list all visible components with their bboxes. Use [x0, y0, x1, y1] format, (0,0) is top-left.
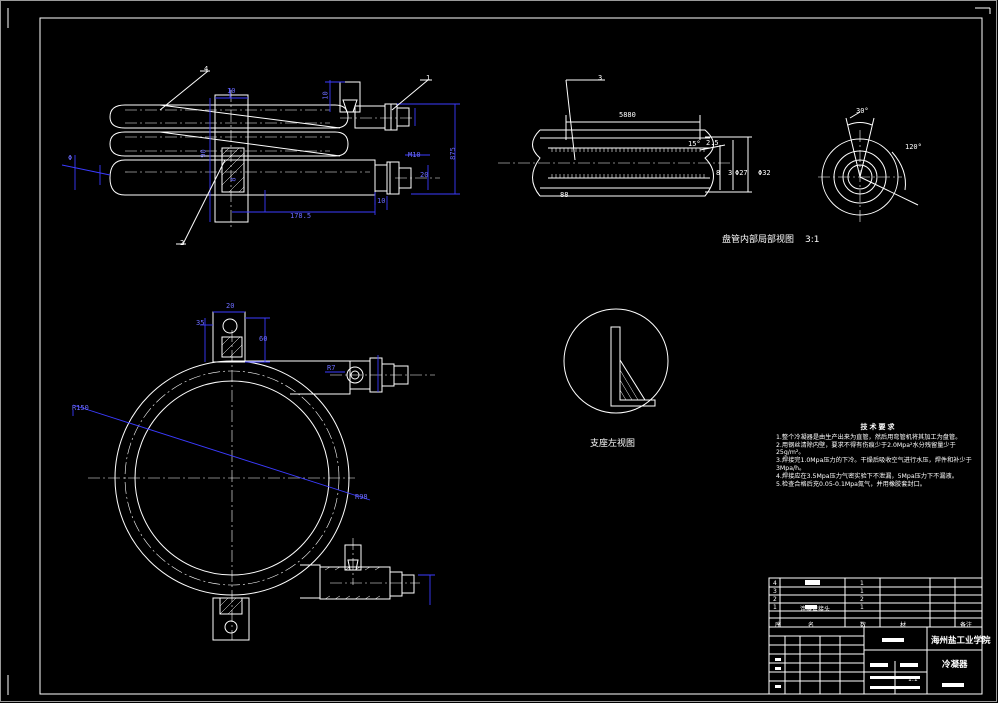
end-angle-30: 30° [856, 107, 869, 115]
dim-left-height: 90 [199, 149, 208, 158]
support-caption: 支座左视图 [590, 439, 636, 449]
tb-header: 材 [900, 622, 907, 629]
balloon-2: 2 [180, 239, 185, 247]
note-line: 4.焊接应在3.5Mpa压力气密实验下不泄漏，5Mpa压力下不漏液。 [776, 472, 958, 480]
tb-row-no: 3 [773, 588, 777, 595]
balloon-4: 4 [204, 65, 209, 73]
note-line: 1.整个冷凝器是由生产出来为直管，然后用弯管机将其加工为盘管。 [776, 433, 962, 441]
note-line: 5.检查合格后充0.05-0.1Mpa氮气，并用橡胶套封口。 [776, 480, 926, 488]
dim-left-phi: Φ [68, 154, 73, 162]
dim-bottom-length: 178.5 [290, 212, 312, 220]
technical-requirements: 技术要求 1.整个冷凝器是由生产出来为直管，然后用弯管机将其加工为盘管。 2.用… [776, 423, 981, 488]
balloon-1: 1 [426, 74, 431, 82]
dim-hole: R7 [327, 364, 336, 372]
tb-row-no: 4 [773, 580, 777, 587]
dim-3: 3 [728, 169, 733, 177]
dim-lower-right: 20 [420, 171, 429, 179]
dim-right-height: 875 [448, 147, 457, 160]
tb-scale: 1:1 [908, 676, 918, 683]
section-scale: 3:1 [805, 235, 820, 245]
dim-88: 88 [560, 191, 569, 199]
tb-drawing-name: 冷凝器 [942, 660, 968, 670]
dim-plate-offset: 35 [196, 319, 205, 327]
dim-lower: 10 [377, 197, 386, 205]
dim-radius-outer: R150 [72, 404, 89, 412]
tb-row-name: 连接管接头 [800, 606, 831, 613]
pipe-end-view [818, 111, 919, 222]
dim-vertical: 8 [229, 177, 238, 182]
tb-row-qty: 1 [860, 604, 864, 611]
dim-radius-inner: R98 [355, 493, 368, 501]
tb-school: 海州盐工业学院 [931, 636, 991, 646]
tb-header: 名 [808, 622, 815, 629]
coil-front-view [61, 70, 460, 245]
dim-thread: M10 [408, 151, 421, 159]
pipe-section-view [498, 79, 752, 197]
dim-outlet-height: 10 [321, 91, 330, 100]
dim-plate-height: 60 [259, 335, 268, 343]
tb-header: 备注 [960, 622, 973, 629]
dim-8: 8 [716, 169, 721, 177]
dim-plate-width: 20 [226, 302, 235, 310]
support-left-view [563, 308, 669, 414]
note-line: 2.用钢丝清除内壁，要求不得有伤痕少于2.0Mpa²水分残留量少于25g/m²。 [776, 441, 956, 457]
notes-title: 技术要求 [860, 423, 897, 431]
tb-header: 数 [860, 622, 867, 629]
dim-phi32: Φ32 [758, 169, 771, 177]
dim-top-small: 10 [227, 87, 236, 95]
note-line: 3.焊接完1.0Mpa压力的下冷。干燥后吸收空气进行水压，焊件和补少于3Mpa/… [776, 457, 972, 472]
tb-header: 序 [775, 622, 782, 629]
tb-row-qty: 2 [860, 596, 864, 603]
coil-plan-view [72, 311, 435, 641]
dim-phi27: Φ27 [735, 169, 748, 177]
dim-angle: 15° [688, 140, 701, 148]
section-caption: 盘管内部局部视图 [722, 235, 795, 245]
cad-drawing: .w{stroke:#fff;fill:none;stroke-width:1;… [7, 7, 991, 695]
dim-5880: 5880 [619, 111, 636, 119]
end-angle-120: 120° [905, 143, 922, 151]
inner-frame [39, 17, 983, 695]
tb-row-no: 2 [773, 596, 777, 603]
tb-row-no: 1 [773, 604, 777, 611]
tb-row-qty: 1 [860, 580, 864, 587]
balloon-3: 3 [598, 74, 603, 82]
dim-angle2: 2.5 [706, 139, 719, 147]
tb-row-qty: 1 [860, 588, 864, 595]
